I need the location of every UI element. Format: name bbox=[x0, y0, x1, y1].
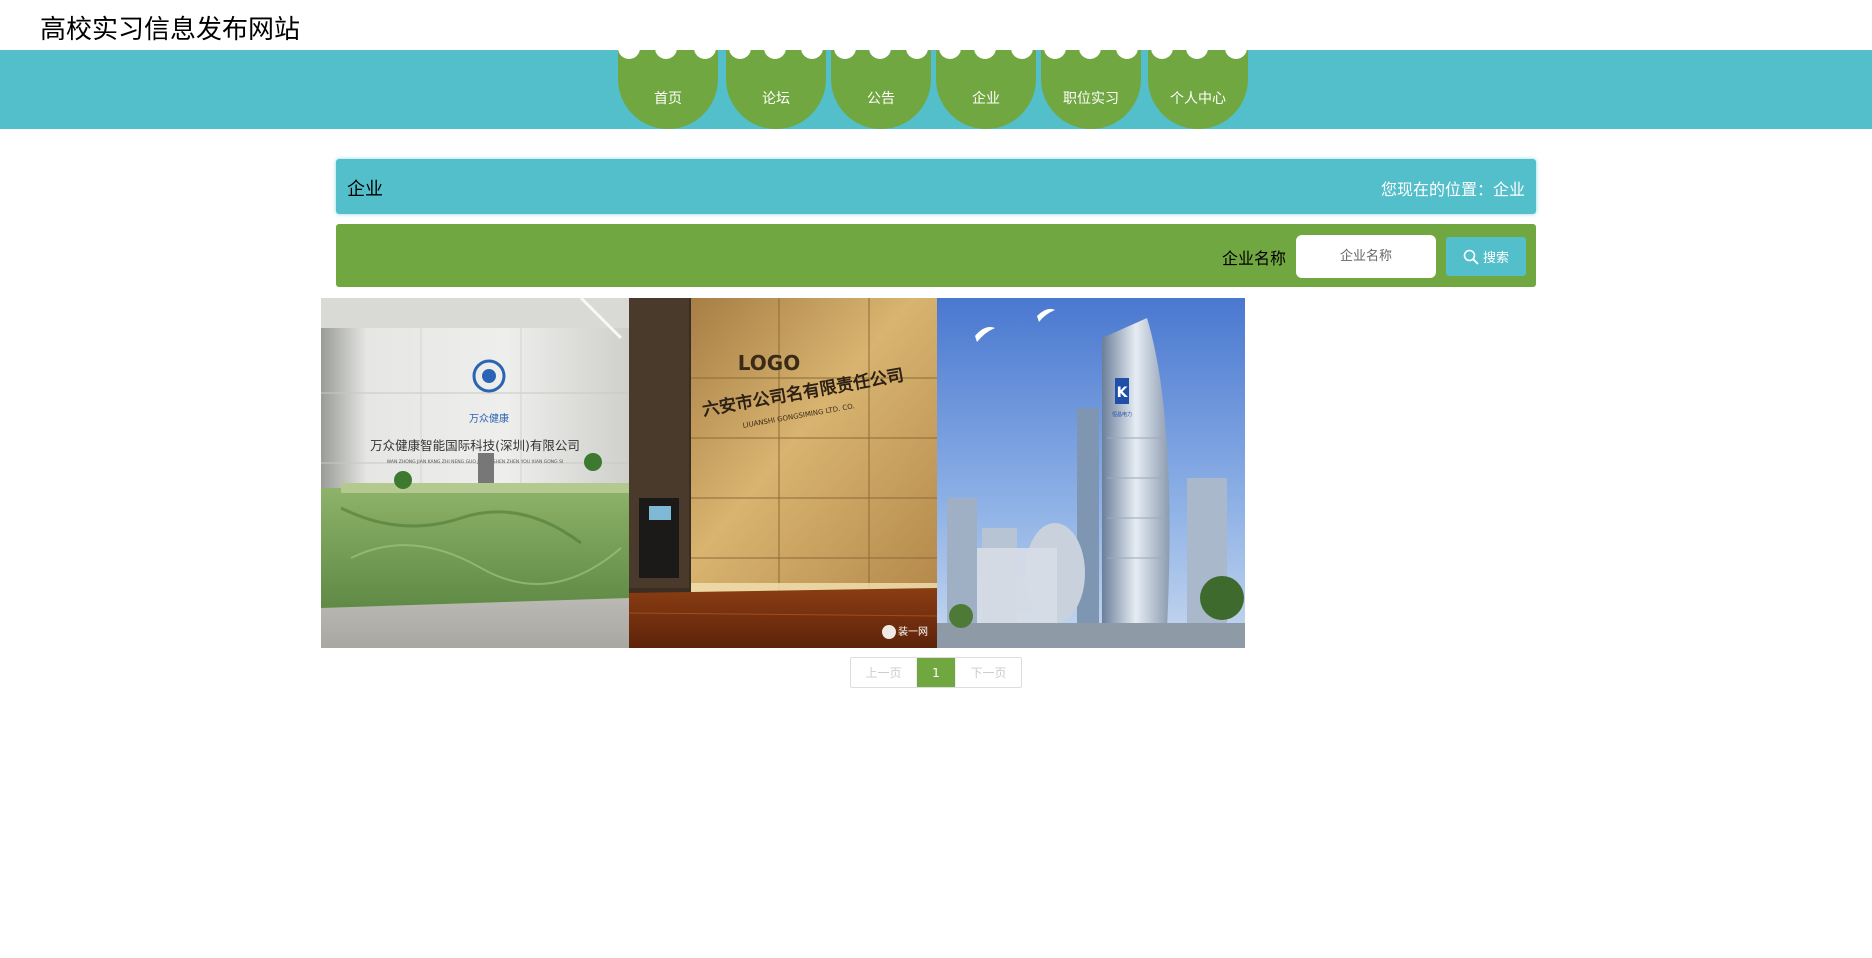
company-sign-en: WAN ZHONG JIAN KANG ZHI NENG GUO JI KE J… bbox=[387, 459, 564, 465]
company-card[interactable]: K 恒昌电力 bbox=[937, 298, 1245, 648]
search-button-label: 搜索 bbox=[1482, 251, 1509, 266]
page-title: 企业 bbox=[347, 179, 383, 200]
company-sign-text: 万众健康智能国际科技(深圳)有限公司 bbox=[370, 438, 580, 453]
search-bar: 企业名称 搜索 bbox=[336, 224, 1536, 287]
breadcrumb: 您现在的位置：企业 bbox=[1380, 180, 1525, 199]
nav-item-label: 个人中心 bbox=[1170, 90, 1226, 107]
nav-item-label: 首页 bbox=[654, 90, 682, 107]
next-page-button[interactable]: 下一页 bbox=[955, 658, 1021, 687]
company-logo-text: LOGO bbox=[738, 351, 800, 375]
company-image: LOGO 六安市公司名有限责任公司 LIUANSHI GONGSIMING LT… bbox=[629, 298, 937, 648]
company-image: 万众健康 万众健康智能国际科技(深圳)有限公司 WAN ZHONG JIAN K… bbox=[321, 298, 629, 648]
company-grid: 万众健康 万众健康智能国际科技(深圳)有限公司 WAN ZHONG JIAN K… bbox=[321, 298, 1245, 648]
search-icon bbox=[1463, 249, 1479, 265]
top-header: 高校实习信息发布网站 bbox=[0, 0, 1872, 50]
pagination: 上一页 1 下一页 bbox=[850, 657, 1022, 688]
page-number-button[interactable]: 1 bbox=[917, 658, 955, 687]
prev-page-button[interactable]: 上一页 bbox=[851, 658, 917, 687]
search-button[interactable]: 搜索 bbox=[1446, 237, 1526, 276]
nav-item-label: 论坛 bbox=[762, 90, 790, 107]
nav-item-label: 公告 bbox=[867, 90, 895, 107]
company-logo-caption: 万众健康 bbox=[469, 412, 509, 425]
company-card[interactable]: 万众健康 万众健康智能国际科技(深圳)有限公司 WAN ZHONG JIAN K… bbox=[321, 298, 629, 648]
company-image: K 恒昌电力 bbox=[937, 298, 1245, 648]
nav-item-label: 职位实习 bbox=[1063, 90, 1119, 107]
search-label: 企业名称 bbox=[1222, 249, 1287, 268]
company-card[interactable]: LOGO 六安市公司名有限责任公司 LIUANSHI GONGSIMING LT… bbox=[629, 298, 937, 648]
image-watermark: 装一网 bbox=[898, 625, 928, 638]
building-logo-caption: 恒昌电力 bbox=[1112, 411, 1132, 418]
site-title: 高校实习信息发布网站 bbox=[40, 15, 301, 45]
nav-item-label: 企业 bbox=[972, 90, 1000, 107]
search-input[interactable] bbox=[1296, 235, 1436, 278]
building-logo: K bbox=[1117, 385, 1129, 401]
title-bar: 企业 您现在的位置：企业 bbox=[336, 159, 1536, 214]
